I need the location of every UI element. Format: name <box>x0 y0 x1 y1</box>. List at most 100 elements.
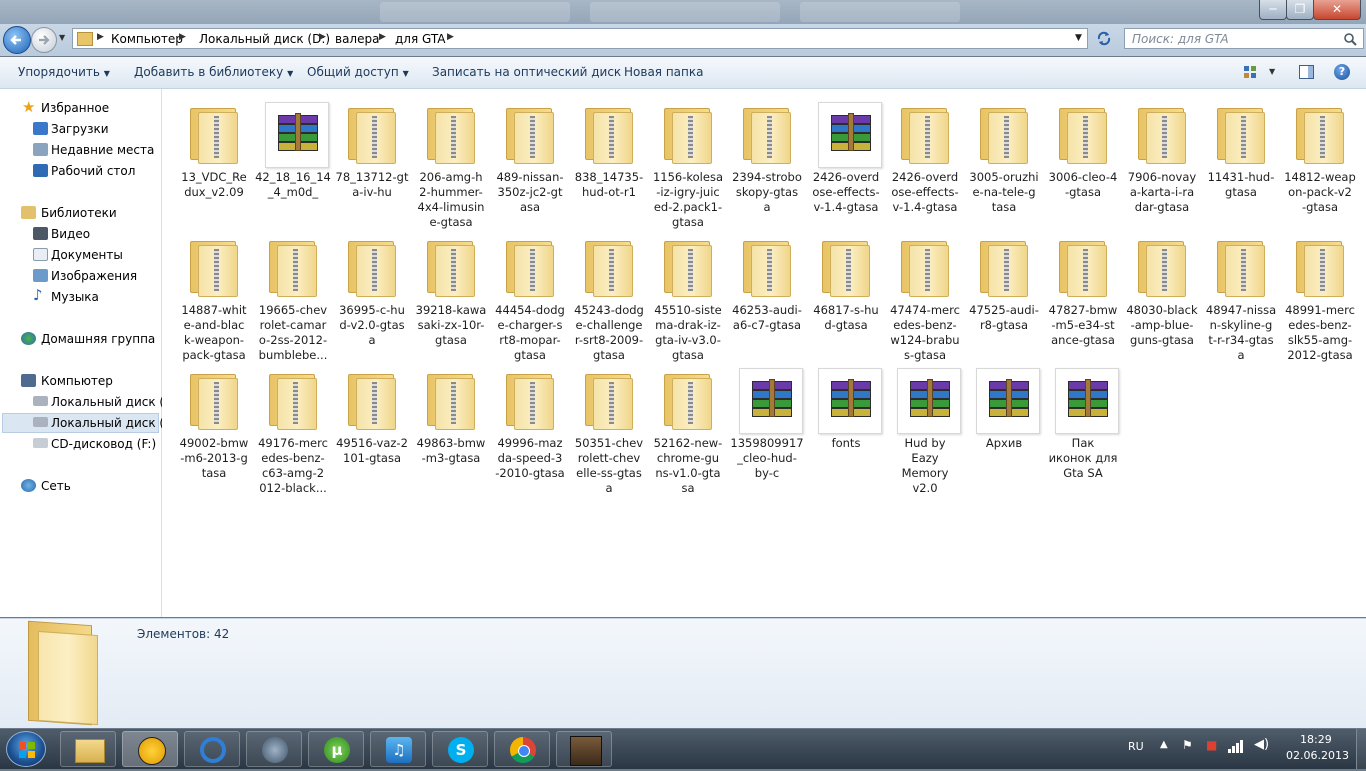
nav-disk-d[interactable]: Локальный диск (D: <box>51 416 177 430</box>
zip-folder-item[interactable]: 45243-dodg e-challenge r-srt8-2009- gtasa <box>571 229 647 362</box>
zip-folder-item[interactable]: 7906-novay a-karta-i-ra dar-gtasa <box>1124 96 1200 228</box>
breadcrumb-disk-d[interactable]: Локальный диск (D:) <box>199 32 330 46</box>
new-folder-button[interactable]: Новая папка <box>624 65 703 79</box>
breadcrumb-separator[interactable]: ▶ <box>179 32 186 42</box>
address-history-dropdown[interactable]: ▼ <box>1075 33 1082 43</box>
zip-folder-item[interactable]: 48991-merc edes-benz-slk55-amg- 2012-gtasa <box>1282 229 1358 362</box>
zip-folder-item[interactable]: 1156-kolesa -iz-igry-juic ed-2.pack1- gtasa <box>650 96 726 229</box>
zip-folder-item[interactable]: 78_13712-gt a-iv-hu <box>334 96 410 228</box>
zip-folder-item[interactable]: 3005-oruzhi e-na-tele-g tasa <box>966 96 1042 228</box>
minimize-button[interactable]: ─ <box>1259 0 1287 20</box>
taskbar-gta-sa[interactable] <box>556 731 612 767</box>
breadcrumb-computer[interactable]: Компьютер <box>111 32 183 46</box>
rar-archive-item[interactable]: 1359809917 _cleo-hud-by-c <box>729 362 805 494</box>
zip-folder-item[interactable]: 11431-hud-gtasa <box>1203 96 1279 228</box>
nav-music[interactable]: Музыка <box>51 290 99 304</box>
rar-archive-item[interactable]: 42_18_16_14 _4_m0d_ <box>255 96 331 228</box>
zip-folder-item[interactable]: 39218-kawa saki-zx-10r-gtasa <box>413 229 489 361</box>
taskbar-media-player[interactable] <box>246 731 302 767</box>
zip-folder-item[interactable]: 49002-bmw -m6-2013-g tasa <box>176 362 252 494</box>
help-icon[interactable]: ? <box>1334 64 1350 80</box>
search-icon[interactable] <box>1343 32 1357 46</box>
view-dropdown-chevron-icon[interactable]: ▼ <box>1269 67 1275 76</box>
start-button[interactable] <box>6 731 46 767</box>
recent-pages-dropdown[interactable]: ▼ <box>59 33 65 42</box>
zip-folder-item[interactable]: 3006-cleo-4 -gtasa <box>1045 96 1121 228</box>
taskbar-chrome[interactable] <box>494 731 550 767</box>
nav-cd-drive[interactable]: CD-дисковод (F:) <box>51 437 156 451</box>
nav-video[interactable]: Видео <box>51 227 90 241</box>
taskbar-aimp[interactable] <box>122 731 178 767</box>
taskbar-explorer[interactable] <box>60 731 116 767</box>
zip-folder-item[interactable]: 49863-bmw -m3-gtasa <box>413 362 489 494</box>
nav-network[interactable]: Сеть <box>41 479 71 493</box>
network-signal-icon[interactable] <box>1228 739 1244 753</box>
nav-homegroup[interactable]: Домашняя группа <box>41 332 155 346</box>
zip-folder-item[interactable]: 2426-overd ose-effects-v-1.4-gtasa <box>887 96 963 228</box>
breadcrumb-for-gta[interactable]: для GTA <box>395 32 445 46</box>
nav-images[interactable]: Изображения <box>51 269 137 283</box>
nav-disk-c[interactable]: Локальный диск (C: <box>51 395 177 409</box>
breadcrumb-separator[interactable]: ▶ <box>379 32 386 42</box>
show-desktop-button[interactable] <box>1356 729 1366 769</box>
breadcrumb-separator[interactable]: ▶ <box>319 32 326 42</box>
power-icon[interactable]: ■ <box>1206 738 1217 752</box>
breadcrumb-valera[interactable]: валера <box>335 32 379 46</box>
taskbar-internet-explorer[interactable] <box>184 731 240 767</box>
nav-documents[interactable]: Документы <box>51 248 123 262</box>
nav-computer[interactable]: Компьютер <box>41 374 113 388</box>
zip-folder-item[interactable]: 52162-new-chrome-gu ns-v1.0-gta sa <box>650 362 726 495</box>
taskbar-music-app[interactable]: ♫ <box>370 731 426 767</box>
zip-folder-item[interactable]: 49176-merc edes-benz-c63-amg-2 012-black..… <box>255 362 331 495</box>
zip-folder-item[interactable]: 838_14735- hud-ot-r1 <box>571 96 647 228</box>
close-button[interactable]: ✕ <box>1313 0 1361 20</box>
zip-folder-item[interactable]: 47525-audi-r8-gtasa <box>966 229 1042 361</box>
rar-archive-item[interactable]: Архив <box>966 362 1042 494</box>
show-hidden-icons-chevron-icon[interactable]: ▲ <box>1160 739 1168 750</box>
nav-libraries[interactable]: Библиотеки <box>41 206 117 220</box>
zip-folder-item[interactable]: 14812-weap on-pack-v2 -gtasa <box>1282 96 1358 228</box>
zip-folder-item[interactable]: 49996-maz da-speed-3 -2010-gtasa <box>492 362 568 494</box>
zip-folder-item[interactable]: 48947-nissa n-skyline-g t-r-r34-gtas a <box>1203 229 1279 362</box>
add-to-library-button[interactable]: Добавить в библиотеку ▼ <box>134 65 293 79</box>
maximize-button[interactable]: ❐ <box>1286 0 1314 20</box>
zip-folder-item[interactable]: 206-amg-h 2-hummer- 4x4-limusin e-gtasa <box>413 96 489 229</box>
zip-folder-item[interactable]: 36995-c-hu d-v2.0-gtas a <box>334 229 410 361</box>
zip-folder-item[interactable]: 489-nissan- 350z-jc2-gt asa <box>492 96 568 228</box>
search-box[interactable]: Поиск: для GTA <box>1124 28 1364 49</box>
zip-folder-item[interactable]: 13_VDC_Re dux_v2.09 <box>176 96 252 228</box>
address-bar[interactable]: ▶ Компьютер ▶ Локальный диск (D:) ▶ вале… <box>72 28 1088 49</box>
zip-folder-item[interactable]: 46817-s-hu d-gtasa <box>808 229 884 361</box>
preview-pane-icon[interactable] <box>1299 65 1314 79</box>
search-input[interactable]: Поиск: для GTA <box>1132 32 1229 46</box>
forward-button[interactable] <box>31 27 57 53</box>
action-center-flag-icon[interactable]: ⚑ <box>1182 738 1193 752</box>
zip-folder-item[interactable]: 19665-chev rolet-camar o-2ss-2012- bumblebe… <box>255 229 331 362</box>
rar-archive-item[interactable]: Пак иконок для Gta SA <box>1045 362 1121 494</box>
nav-recent-places[interactable]: Недавние места <box>51 143 154 157</box>
zip-folder-item[interactable]: 44454-dodg e-charger-s rt8-mopar-gtasa <box>492 229 568 362</box>
zip-folder-item[interactable]: 45510-siste ma-drak-iz-gta-iv-v3.0- gtasa <box>650 229 726 362</box>
nav-desktop[interactable]: Рабочий стол <box>51 164 135 178</box>
zip-folder-item[interactable]: 14887-whit e-and-blac k-weapon-pack-gtasa <box>176 229 252 362</box>
clock-time[interactable]: 18:29 <box>1300 733 1332 746</box>
breadcrumb-separator[interactable]: ▶ <box>97 32 104 42</box>
back-button[interactable] <box>3 26 31 54</box>
zip-folder-item[interactable]: 50351-chev rolett-chev elle-ss-gtas a <box>571 362 647 495</box>
burn-disc-button[interactable]: Записать на оптический диск <box>432 65 621 79</box>
breadcrumb-separator[interactable]: ▶ <box>447 32 454 42</box>
nav-downloads[interactable]: Загрузки <box>51 122 109 136</box>
zip-folder-item[interactable]: 48030-black -amp-blue-guns-gtasa <box>1124 229 1200 361</box>
zip-folder-item[interactable]: 47474-merc edes-benz-w124-brabu s-gtasa <box>887 229 963 362</box>
nav-favorites[interactable]: Избранное <box>41 101 109 115</box>
volume-icon[interactable]: ◀) <box>1254 737 1269 752</box>
zip-folder-item[interactable]: 2394-strobo skopy-gtas a <box>729 96 805 228</box>
view-options-button[interactable] <box>1244 66 1257 79</box>
taskbar-utorrent[interactable]: µ <box>308 731 364 767</box>
zip-folder-item[interactable]: 46253-audi-a6-c7-gtasa <box>729 229 805 361</box>
rar-archive-item[interactable]: 2426-overd ose-effects-v-1.4-gtasa <box>808 96 884 228</box>
zip-folder-item[interactable]: 47827-bmw -m5-e34-st ance-gtasa <box>1045 229 1121 361</box>
rar-archive-item[interactable]: fonts <box>808 362 884 494</box>
refresh-button[interactable] <box>1092 28 1116 49</box>
organize-button[interactable]: Упорядочить ▼ <box>18 65 110 79</box>
